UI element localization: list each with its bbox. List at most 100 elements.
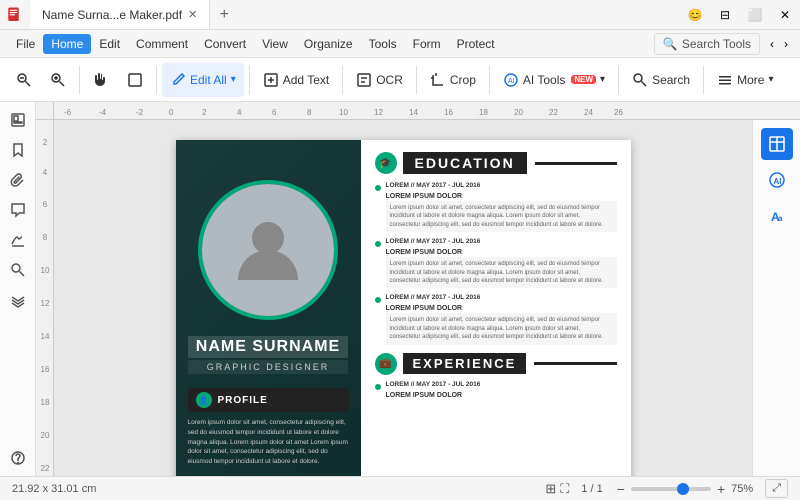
add-text-button[interactable]: Add Text — [255, 63, 337, 97]
separator-7 — [618, 66, 619, 94]
statusbar-page-thumb[interactable]: ⊞ — [545, 481, 556, 497]
menu-file[interactable]: File — [8, 34, 43, 54]
name-text: NAME SURNAME — [188, 336, 348, 358]
ocr-button[interactable]: OCR — [348, 63, 411, 97]
select-tool-button[interactable] — [119, 63, 151, 97]
right-panel-text[interactable]: Aa — [761, 200, 793, 232]
menu-convert[interactable]: Convert — [196, 34, 254, 54]
statusbar: 21.92 x 31.01 cm ⊞ ⛶ 1 / 1 − + 75% ⤢ — [0, 476, 800, 500]
right-panel-ai[interactable]: AI — [761, 164, 793, 196]
menu-view[interactable]: View — [254, 34, 296, 54]
job-title-text: GRAPHIC DESIGNER — [188, 360, 348, 374]
sidebar-help[interactable] — [4, 444, 32, 472]
more-button[interactable]: More ▾ — [709, 63, 781, 97]
sidebar-search[interactable] — [4, 256, 32, 284]
svg-text:24: 24 — [584, 108, 593, 117]
zoom-in-status[interactable]: + — [715, 481, 727, 497]
statusbar-tools: ⊞ ⛶ — [545, 481, 569, 497]
search-tools-button[interactable]: 🔍 Search Tools — [654, 33, 760, 55]
education-header: 🎓 EDUCATION — [375, 152, 617, 174]
ruler-corner — [36, 102, 54, 120]
right-panel: AI Aa — [752, 120, 800, 476]
search-icon-menu: 🔍 — [663, 37, 678, 51]
pdf-left-panel: NAME SURNAME GRAPHIC DESIGNER 👤 PROFILE … — [176, 140, 361, 476]
svg-text:8: 8 — [43, 233, 48, 242]
menu-form[interactable]: Form — [405, 34, 449, 54]
menu-comment[interactable]: Comment — [128, 34, 196, 54]
canvas-area[interactable]: NAME SURNAME GRAPHIC DESIGNER 👤 PROFILE … — [54, 120, 752, 476]
svg-text:-6: -6 — [64, 108, 72, 117]
crop-button[interactable]: Crop — [422, 63, 484, 97]
right-panel-table[interactable] — [761, 128, 793, 160]
menu-protect[interactable]: Protect — [449, 34, 503, 54]
separator-1 — [79, 66, 80, 94]
new-tab-button[interactable]: + — [210, 1, 238, 29]
menu-edit[interactable]: Edit — [91, 34, 128, 54]
menubar: File Home Edit Comment Convert View Orga… — [0, 30, 800, 58]
svg-text:22: 22 — [41, 464, 50, 473]
zoom-in-button[interactable] — [42, 63, 74, 97]
menu-organize[interactable]: Organize — [296, 34, 361, 54]
separator-6 — [489, 66, 490, 94]
tab-title: Name Surna...e Maker.pdf — [42, 8, 182, 22]
sidebar-page-thumb[interactable] — [4, 106, 32, 134]
svg-text:12: 12 — [374, 108, 383, 117]
edu-item-1: LOREM // MAY 2017 - JUL 2016 LOREM IPSUM… — [375, 182, 617, 232]
edu-item-2: LOREM // MAY 2017 - JUL 2016 LOREM IPSUM… — [375, 238, 617, 288]
sidebar-layers[interactable] — [4, 286, 32, 314]
forward-button[interactable]: › — [780, 35, 792, 53]
statusbar-right: − + 75% — [615, 481, 753, 497]
svg-text:2: 2 — [202, 108, 207, 117]
svg-text:4: 4 — [43, 168, 48, 177]
experience-title: EXPERIENCE — [403, 353, 527, 374]
sidebar-signature[interactable] — [4, 226, 32, 254]
svg-text:16: 16 — [41, 365, 50, 374]
edit-all-button[interactable]: Edit All ▾ — [162, 63, 244, 97]
svg-text:-2: -2 — [136, 108, 144, 117]
svg-text:12: 12 — [41, 299, 50, 308]
tab-close-button[interactable]: ✕ — [188, 8, 197, 21]
svg-text:10: 10 — [41, 266, 50, 275]
sidebar-comment[interactable] — [4, 196, 32, 224]
hand-tool-button[interactable] — [85, 63, 117, 97]
sidebar-attachment[interactable] — [4, 166, 32, 194]
separator-8 — [703, 66, 704, 94]
statusbar-fit[interactable]: ⛶ — [560, 481, 569, 497]
separator-4 — [342, 66, 343, 94]
menu-home[interactable]: Home — [43, 34, 91, 54]
svg-text:8: 8 — [307, 108, 312, 117]
edu-item-3: LOREM // MAY 2017 - JUL 2016 LOREM IPSUM… — [375, 294, 617, 344]
search-button[interactable]: Search — [624, 63, 698, 97]
svg-text:14: 14 — [409, 108, 418, 117]
maximize-button[interactable]: ⬜ — [740, 0, 770, 30]
fit-page-button[interactable]: ⤢ — [765, 479, 788, 498]
separator-5 — [416, 66, 417, 94]
zoom-out-button[interactable] — [8, 63, 40, 97]
menu-tools[interactable]: Tools — [361, 34, 405, 54]
zoom-out-status[interactable]: − — [615, 481, 627, 497]
svg-text:10: 10 — [339, 108, 348, 117]
profile-photo — [198, 180, 338, 320]
education-icon: 🎓 — [375, 152, 397, 174]
pdf-document: NAME SURNAME GRAPHIC DESIGNER 👤 PROFILE … — [176, 140, 631, 476]
name-box: NAME SURNAME GRAPHIC DESIGNER — [188, 336, 348, 374]
svg-text:20: 20 — [514, 108, 523, 117]
active-tab[interactable]: Name Surna...e Maker.pdf ✕ — [30, 0, 210, 29]
education-title: EDUCATION — [403, 152, 527, 174]
close-button[interactable]: ✕ — [770, 0, 800, 30]
sidebar-bookmark[interactable] — [4, 136, 32, 164]
svg-text:14: 14 — [41, 332, 50, 341]
ai-tools-button[interactable]: AI AI Tools NEW ▾ — [495, 63, 613, 97]
zoom-slider[interactable] — [631, 487, 711, 491]
toolbar: Edit All ▾ Add Text OCR Crop AI AI Tools… — [0, 58, 800, 102]
emoji-button[interactable]: 😊 — [680, 0, 710, 30]
back-button[interactable]: ‹ — [766, 35, 778, 53]
experience-header: 💼 EXPERIENCE — [375, 353, 617, 375]
zoom-level: 75% — [731, 483, 753, 495]
app-icon — [0, 0, 30, 30]
ai-badge: NEW — [571, 75, 596, 84]
minimize-button[interactable]: ⊟ — [710, 0, 740, 30]
svg-text:6: 6 — [43, 200, 48, 209]
dimensions: 21.92 x 31.01 cm — [12, 483, 96, 495]
titlebar: Name Surna...e Maker.pdf ✕ + 😊 ⊟ ⬜ ✕ — [0, 0, 800, 30]
